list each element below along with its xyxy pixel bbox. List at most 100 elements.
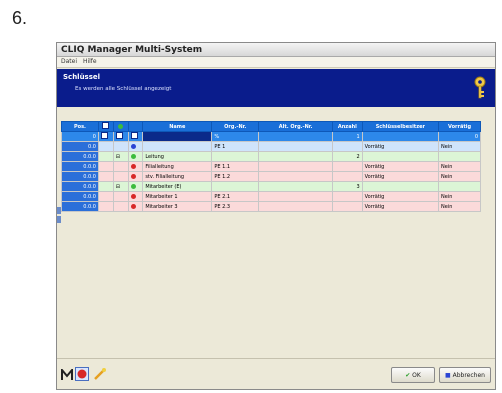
add-key-icon[interactable] [75,367,89,381]
cell-pos: 0.0.0 [61,201,99,212]
cell-status [127,171,144,182]
cell-owner: Vorrätig [361,161,440,172]
cell-alt [258,191,334,202]
col-header-filter-2[interactable] [112,121,129,132]
green-dot-icon [118,123,124,129]
filter-org[interactable]: % [211,131,260,142]
filter-pos[interactable]: 0 [61,131,99,142]
cell-name: Mitarbeiter 3 [142,201,213,212]
col-header[interactable]: Vorrätig [438,121,481,132]
cell-owner [361,181,440,192]
footer-bar: ✔ OK ■ Abbrechen [57,358,495,389]
cell-name: Filialleitung [142,161,213,172]
filter-box-icon [100,132,108,139]
filter-owner[interactable] [361,131,440,142]
key-grid-area: Pos. Name Org.-Nr. Alt. Org.-Nr. Anzahl … [57,107,495,357]
cell-stock [438,151,481,162]
status-dot-icon [130,153,136,159]
cell-pos: 0.0.0 [61,191,99,202]
ok-label: OK [412,372,421,379]
table-row[interactable]: 0.0.0 stv. Filialleitung PE 1.2 Vorrätig Nei… [61,171,481,182]
cell-alt [258,151,334,162]
cell-stock: Nein [438,141,481,152]
cell-org: PE 2.3 [211,201,260,212]
status-dot-icon [130,163,136,169]
col-header[interactable]: Org.-Nr. [211,121,260,132]
table-row[interactable]: 0.0 PE 1 Vorrätig Nein [61,141,481,152]
cell-count [332,161,363,172]
col-header[interactable]: Alt. Org.-Nr. [258,121,334,132]
cancel-icon: ■ [445,372,451,379]
cell-name: stv. Filialleitung [142,171,213,182]
menu-file[interactable]: Datei [61,57,77,67]
table-row[interactable]: 0.0.0 ⊟ Mitarbeiter (E) 3 [61,181,481,192]
status-dot-icon [130,193,136,199]
checkmark-icon: ✔ [405,372,411,379]
filter-alt[interactable] [258,131,334,142]
status-dot-icon [130,183,136,189]
menu-help[interactable]: Hilfe [83,57,97,67]
col-header[interactable]: Name [142,121,213,132]
cell-pos: 0.0.0 [61,171,99,182]
cell-status [127,191,144,202]
cell-alt [258,141,334,152]
key-icon [474,76,486,99]
cell-stock [438,181,481,192]
status-dot-icon [130,143,136,149]
app-logo-icon[interactable] [61,369,73,381]
col-header[interactable]: Schlüsselbesitzer [361,121,440,132]
col-header[interactable]: Pos. [61,121,99,132]
cancel-label: Abbrechen [452,372,485,379]
filter-row: 0 % 1 0 [61,131,481,142]
filter-box-icon [130,132,138,139]
cell-tree-mark: ⊟ [112,151,129,162]
filter-cell[interactable] [97,131,114,142]
cell-count: 3 [332,181,363,192]
status-dot-icon [130,203,136,209]
cell-owner: Vorrätig [361,201,440,212]
banner-subtitle: Es werden alle Schlüssel angezeigt [75,86,172,92]
ok-button[interactable]: ✔ OK [391,367,435,383]
cell-name: Mitarbeiter 1 [142,191,213,202]
cancel-button[interactable]: ■ Abbrechen [439,367,491,383]
cell-name [142,141,213,152]
wand-icon[interactable] [93,367,107,381]
cell-stock: Nein [438,161,481,172]
filter-cell[interactable] [127,131,144,142]
cell-count [332,141,363,152]
filter-cell[interactable] [112,131,129,142]
filter-last[interactable]: 0 [438,131,481,142]
cell-org: PE 2.1 [211,191,260,202]
col-header-filter-1[interactable] [97,121,114,132]
cell-owner: Vorrätig [361,141,440,152]
table-row[interactable]: 0.0.0 Mitarbeiter 1 PE 2.1 Vorrätig Nein [61,191,481,202]
table-row[interactable]: 0.0.0 ⊟ Leitung 2 [61,151,481,162]
cell-tree-mark [112,161,129,172]
cell-org [211,151,260,162]
cell-tree-mark [112,201,129,212]
col-header[interactable]: Anzahl [332,121,363,132]
cell-owner [361,151,440,162]
col-header-blank [127,121,144,132]
cell-count: 2 [332,151,363,162]
cell-pos: 0.0.0 [61,161,99,172]
cell-tree [97,191,114,202]
filter-name[interactable] [142,131,213,142]
cell-alt [258,171,334,182]
cell-owner: Vorrätig [361,191,440,202]
filter-box-icon [102,122,110,129]
cell-pos: 0.0.0 [61,151,99,162]
cell-stock: Nein [438,201,481,212]
cell-tree [97,151,114,162]
cell-count [332,201,363,212]
filter-count[interactable]: 1 [332,131,363,142]
cell-count [332,191,363,202]
key-table: Pos. Name Org.-Nr. Alt. Org.-Nr. Anzahl … [61,121,481,212]
row-marker [57,216,61,223]
cell-pos: 0.0 [61,141,99,152]
status-dot-icon [130,173,136,179]
cell-org: PE 1.1 [211,161,260,172]
cell-status [127,161,144,172]
table-row[interactable]: 0.0.0 Mitarbeiter 3 PE 2.3 Vorrätig Nein [61,201,481,212]
table-row[interactable]: 0.0.0 Filialleitung PE 1.1 Vorrätig Nein [61,161,481,172]
